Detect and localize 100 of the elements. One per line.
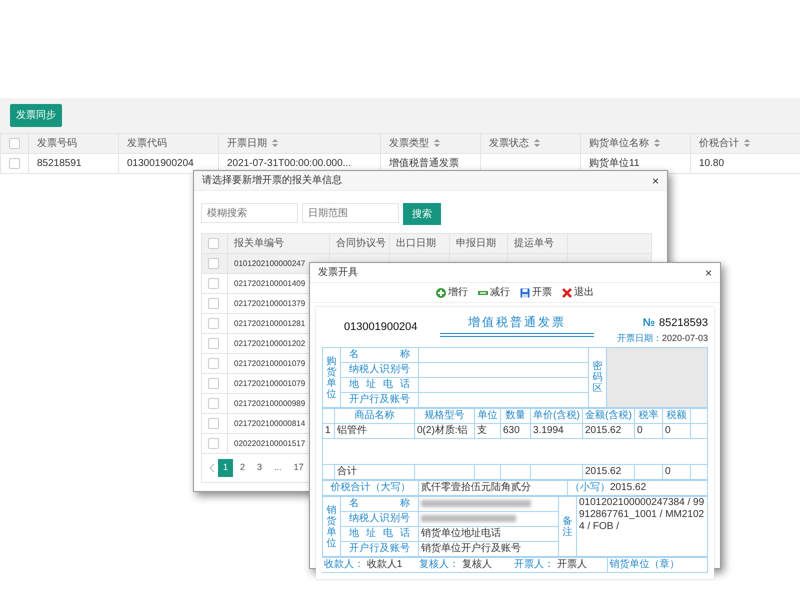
header-cell[interactable]: 发票状态 [480, 134, 580, 154]
invoice-title: 增值税普通发票 [440, 313, 594, 337]
toolbar-button[interactable]: 减行 [478, 285, 510, 300]
signer-name: 收款人1 [366, 559, 402, 570]
close-button[interactable]: × [704, 266, 712, 278]
table-cell: 0217202100001281 [234, 319, 306, 328]
column-header: 合同协议号 [336, 238, 386, 249]
table-cell-text: 0(2)材质:铝 [417, 425, 469, 437]
table-cell: 0101202100000247 [234, 259, 306, 268]
page-button[interactable]: 17 [288, 459, 309, 476]
checkbox[interactable] [9, 138, 20, 149]
header-cell[interactable]: 购货单位名称 [580, 134, 690, 154]
signer-name: 复核人 [460, 559, 492, 570]
table-cell: 013001900204 [127, 158, 194, 169]
column-header: 价税合计 [699, 138, 739, 149]
toolbar-button[interactable]: 退出 [562, 285, 594, 300]
sort-icon[interactable] [744, 139, 750, 148]
column-header: 单位 [477, 410, 498, 422]
input-field[interactable] [418, 348, 588, 362]
signer-name: 开票人 [556, 559, 587, 570]
page-button[interactable]: 2 [235, 459, 250, 476]
table-cell: 2021-07-31T00:00:00.000... [227, 158, 351, 169]
header-cell[interactable]: 发票类型 [380, 134, 480, 154]
column-header: 单价(含税) [533, 410, 580, 422]
header-cell[interactable]: 开票日期 [218, 134, 380, 154]
header-cell[interactable]: 价税合计 [690, 134, 800, 154]
column-header: 发票状态 [489, 138, 529, 149]
column-header: 金额(含税) [585, 410, 632, 422]
table-cell-text: 支 [477, 425, 488, 437]
toolbar-button[interactable]: 开票 [520, 285, 552, 300]
close-button[interactable]: × [652, 174, 659, 186]
checkbox[interactable] [208, 318, 219, 329]
field-label: 纳税人识别号 [348, 364, 411, 376]
table-cell: 0217202100000989 [234, 399, 306, 408]
column-header: 税额 [666, 410, 688, 422]
checkbox[interactable] [208, 438, 219, 449]
sync-button[interactable]: 发票同步 [10, 104, 62, 127]
checkbox[interactable] [208, 258, 219, 269]
table-cell: 0202202100001517 [234, 439, 306, 448]
sort-icon[interactable] [272, 139, 278, 148]
table-cell: 购货单位11 [589, 158, 640, 169]
table-cell: 0217202100001409 [234, 279, 306, 288]
column-header: 开票日期 [227, 138, 267, 149]
signer-label: 开票人： [514, 559, 554, 570]
sort-icon[interactable] [534, 139, 540, 148]
total-amount: 2015.62 [585, 466, 622, 478]
checkbox[interactable] [208, 238, 219, 249]
checkbox[interactable] [208, 358, 219, 369]
date-range-field[interactable]: 日期范围 [302, 203, 399, 223]
sum-label: 价税合计（大写） [330, 482, 412, 494]
checkbox[interactable] [208, 278, 219, 289]
total-tax: 0 [665, 466, 672, 478]
checkbox[interactable] [9, 158, 20, 169]
field-label: 纳税人识别号 [348, 513, 411, 525]
vertical-label: 销货单位 [326, 504, 336, 548]
column-header: 规格型号 [424, 410, 466, 422]
checkbox[interactable] [208, 378, 219, 389]
amount-in-words: 贰仟零壹拾伍元陆角贰分 [421, 482, 532, 494]
invoice-number: 85218593 [659, 317, 708, 329]
field-label: 地址电话 [348, 528, 411, 540]
toolbar-button[interactable]: 增行 [436, 285, 468, 300]
vertical-label: 密码区 [592, 361, 602, 394]
vertical-label: 购货单位 [326, 356, 336, 400]
dialog-title: 发票开具 [318, 266, 358, 280]
page-button[interactable]: 1 [218, 459, 234, 476]
table-cell-text: 铝管件 [337, 425, 368, 437]
table-cell: 0217202100001079 [234, 359, 306, 368]
sort-icon[interactable] [434, 139, 440, 148]
checkbox[interactable] [208, 398, 219, 409]
table-cell: 1 [325, 425, 332, 437]
save-icon [520, 288, 530, 298]
page-button[interactable]: 3 [252, 459, 268, 476]
checkbox[interactable] [208, 338, 219, 349]
table-cell-text: 0 [665, 425, 672, 437]
page-button[interactable]: ... [269, 459, 287, 476]
small-label: （小写） [570, 482, 610, 493]
table-cell-text: 2015.62 [585, 425, 622, 437]
field-label: 名称 [348, 349, 411, 361]
total-label: 合计 [337, 466, 358, 478]
field-label: 开户行及账号 [348, 543, 411, 555]
search-button[interactable]: 搜索 [403, 203, 441, 225]
checkbox[interactable] [208, 298, 219, 309]
previous-page-icon[interactable] [208, 462, 216, 473]
sort-icon[interactable] [654, 139, 660, 148]
table-cell-text: 3.1994 [533, 425, 565, 437]
field-label: 名称 [348, 498, 411, 510]
invoice-code: 013001900204 [344, 320, 418, 335]
field-value: 销货单位开户行及账号 [421, 543, 522, 555]
table-cell-text: 630 [503, 425, 521, 437]
field-value: 销货单位地址电话 [421, 528, 502, 540]
table-cell: 10.80 [699, 158, 724, 169]
column-header: 数量 [504, 410, 526, 422]
plus-icon [436, 288, 446, 298]
table-cell-text: 0 [637, 425, 644, 437]
column-header: 发票代码 [127, 138, 167, 149]
vertical-label: 备注 [562, 516, 572, 538]
search-field[interactable]: 模糊搜索 [201, 203, 298, 223]
close-icon [562, 288, 572, 298]
table-cell: 0217202100001202 [234, 339, 306, 348]
checkbox[interactable] [208, 418, 219, 429]
